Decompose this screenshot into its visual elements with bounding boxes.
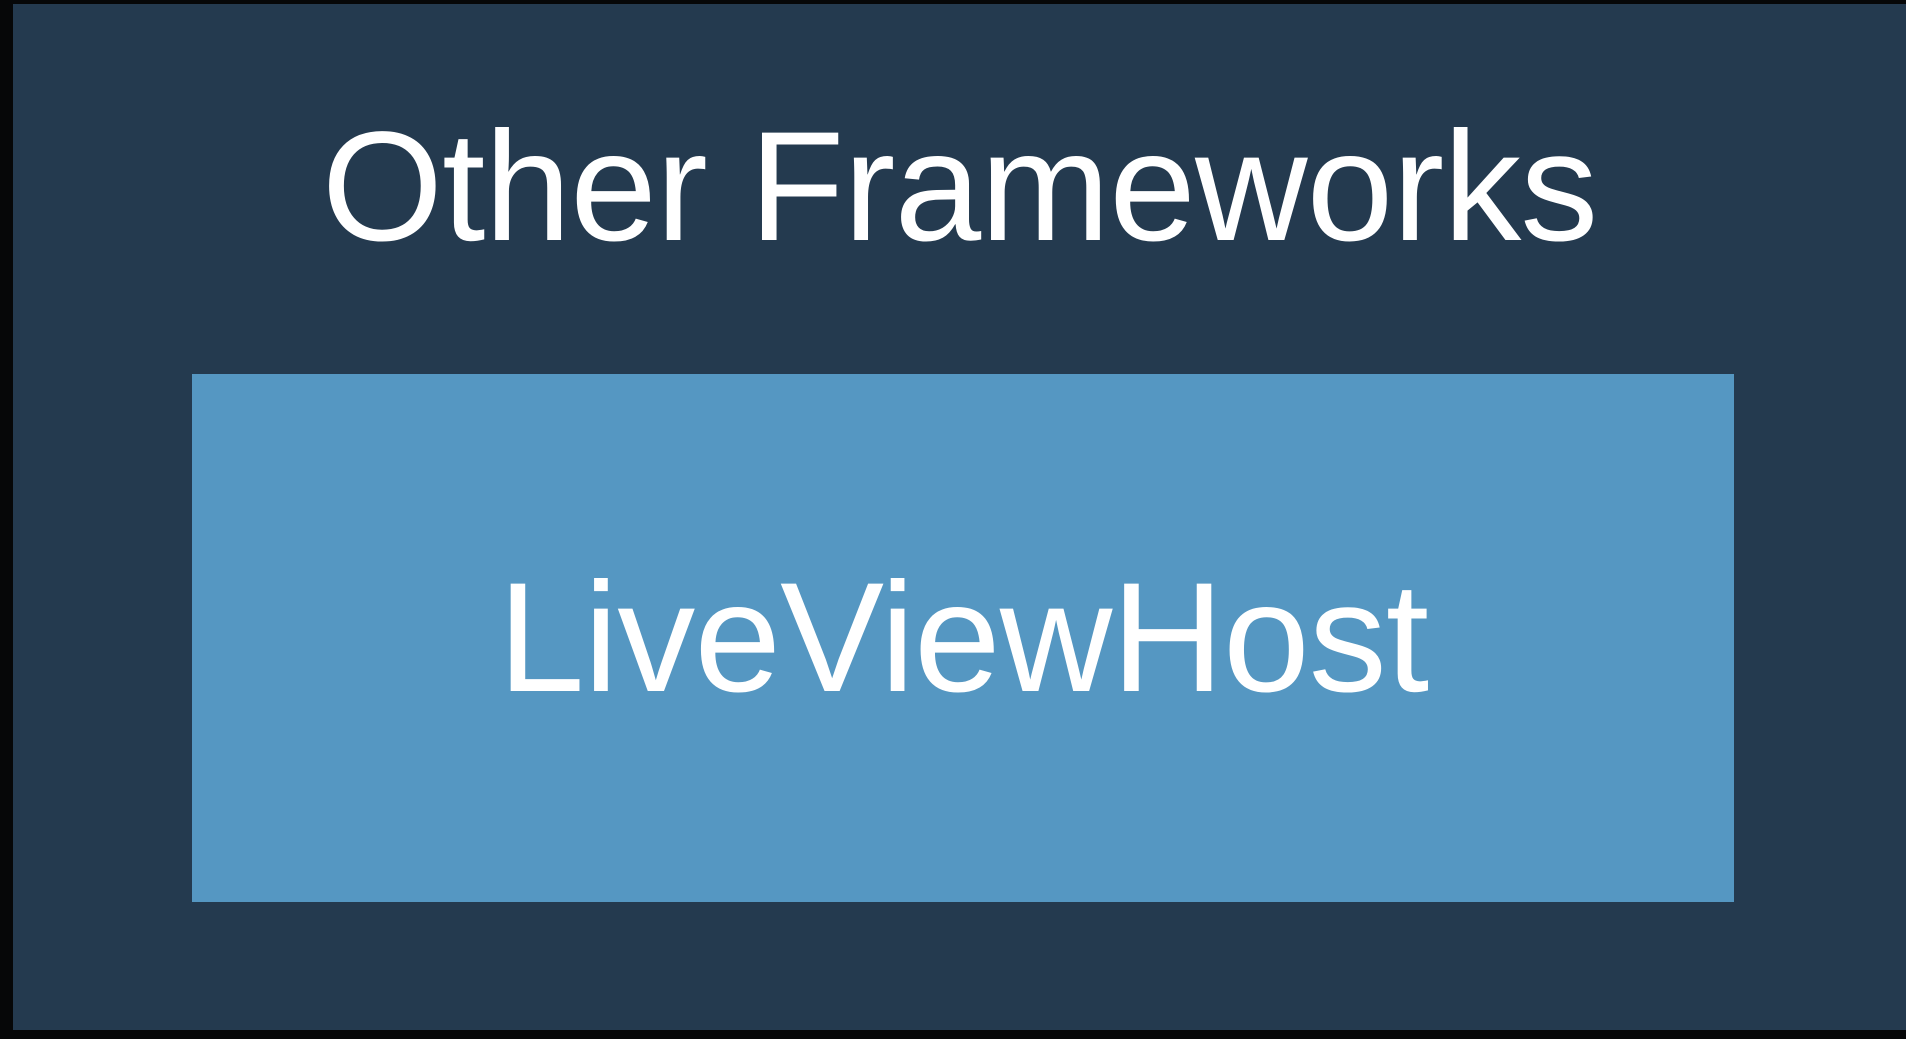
liveviewhost-label: LiveViewHost — [497, 551, 1429, 725]
other-frameworks-container: Other Frameworks LiveViewHost — [13, 4, 1906, 1030]
liveviewhost-box: LiveViewHost — [192, 374, 1734, 902]
other-frameworks-title: Other Frameworks — [321, 100, 1599, 274]
